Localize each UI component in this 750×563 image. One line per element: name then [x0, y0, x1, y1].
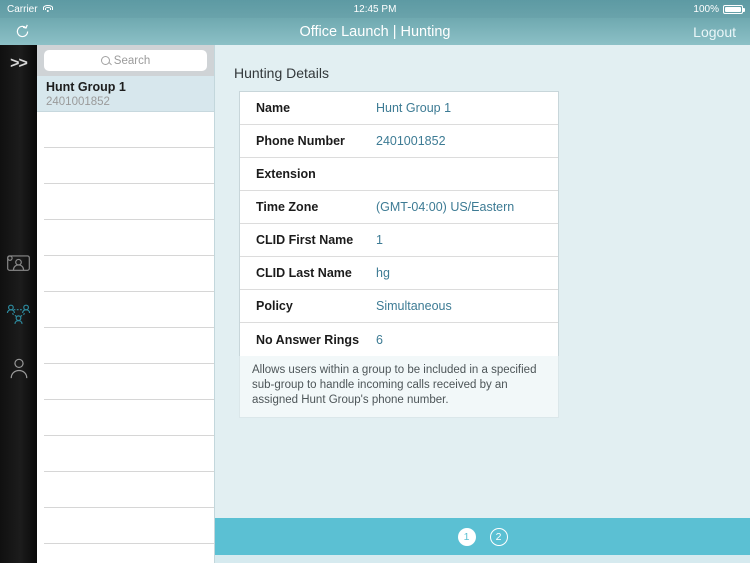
list-item[interactable] [44, 220, 214, 256]
search-icon [100, 56, 110, 65]
detail-row[interactable]: Time Zone (GMT-04:00) US/Eastern [240, 191, 558, 224]
list-item-number: 2401001852 [46, 96, 110, 108]
list-item[interactable] [44, 400, 214, 436]
nav-bar: Office Launch | Hunting Logout [0, 18, 750, 45]
battery-percent-label: 100% [693, 3, 719, 15]
detail-label: CLID First Name [256, 233, 354, 247]
list-item[interactable] [44, 256, 214, 292]
list-item-name: Hunt Group 1 [46, 80, 126, 94]
search-placeholder: Search [113, 54, 151, 67]
list-item[interactable] [44, 148, 214, 184]
hunting-details-card: Name Hunt Group 1 Phone Number 2401001852 Ex… [239, 91, 559, 357]
detail-value: (GMT-04:00) US/Eastern [376, 200, 515, 214]
hunt-group-list-panel: Search Hunt Group 1 2401001852 [37, 45, 215, 563]
detail-value: Hunt Group 1 [376, 101, 452, 115]
main-content: Hunting Details Name Hunt Group 1 Phone Nu… [215, 45, 750, 518]
list-item[interactable] [44, 328, 214, 364]
user-icon[interactable] [0, 349, 37, 386]
list-item[interactable] [44, 292, 214, 328]
hunt-group-icon[interactable] [0, 297, 37, 334]
pagination-bar: 12 [215, 518, 750, 555]
list-item[interactable]: Hunt Group 1 2401001852 [37, 76, 214, 112]
expand-rail-button[interactable]: >> [0, 55, 37, 73]
icon-rail: >> [0, 45, 37, 563]
detail-label: CLID Last Name [256, 266, 352, 280]
detail-value: Simultaneous [376, 299, 452, 313]
status-bar-time: 12:45 PM [353, 3, 397, 15]
page-dot-1[interactable]: 1 [457, 527, 476, 546]
logout-button[interactable]: Logout [693, 24, 736, 40]
detail-label: Extension [256, 167, 316, 181]
list-item[interactable] [44, 112, 214, 148]
detail-row[interactable]: Extension [240, 158, 558, 191]
hunt-group-list: Hunt Group 1 2401001852 [37, 76, 214, 544]
detail-label: Phone Number [256, 134, 345, 148]
detail-row[interactable]: Policy Simultaneous [240, 290, 558, 323]
section-title: Hunting Details [234, 65, 329, 81]
detail-row[interactable]: Phone Number 2401001852 [240, 125, 558, 158]
detail-label: Policy [256, 299, 293, 313]
detail-value: 2401001852 [376, 134, 446, 148]
status-bar: Carrier 12:45 PM 100% [0, 0, 750, 18]
status-bar-right: 100% [693, 3, 745, 15]
refresh-icon[interactable] [14, 23, 31, 40]
rail-icon-list [0, 245, 37, 401]
pager-footer-strip [215, 555, 750, 563]
page-title: Office Launch | Hunting [299, 23, 451, 40]
detail-label: No Answer Rings [256, 332, 360, 347]
list-item[interactable] [44, 472, 214, 508]
list-search-strip: Search [37, 45, 214, 76]
detail-value: 1 [376, 233, 383, 247]
list-item[interactable] [44, 364, 214, 400]
app-root: Carrier 12:45 PM 100% Office Launch | Hu… [0, 0, 750, 563]
page-dot-2[interactable]: 2 [489, 527, 508, 546]
details-description: Allows users within a group to be includ… [239, 356, 559, 418]
list-item[interactable] [44, 508, 214, 544]
detail-value: hg [376, 266, 390, 280]
detail-row[interactable]: No Answer Rings 6 [240, 323, 558, 356]
detail-row[interactable]: CLID Last Name hg [240, 257, 558, 290]
detail-value: 6 [376, 332, 383, 347]
list-item[interactable] [44, 184, 214, 220]
detail-row[interactable]: CLID First Name 1 [240, 224, 558, 257]
auto-attendant-icon[interactable] [0, 245, 37, 282]
detail-label: Name [256, 101, 291, 115]
list-item[interactable] [44, 436, 214, 472]
detail-row[interactable]: Name Hunt Group 1 [240, 92, 558, 125]
detail-label: Time Zone [256, 200, 319, 214]
search-input[interactable]: Search [44, 50, 207, 71]
battery-full-icon [723, 4, 745, 14]
